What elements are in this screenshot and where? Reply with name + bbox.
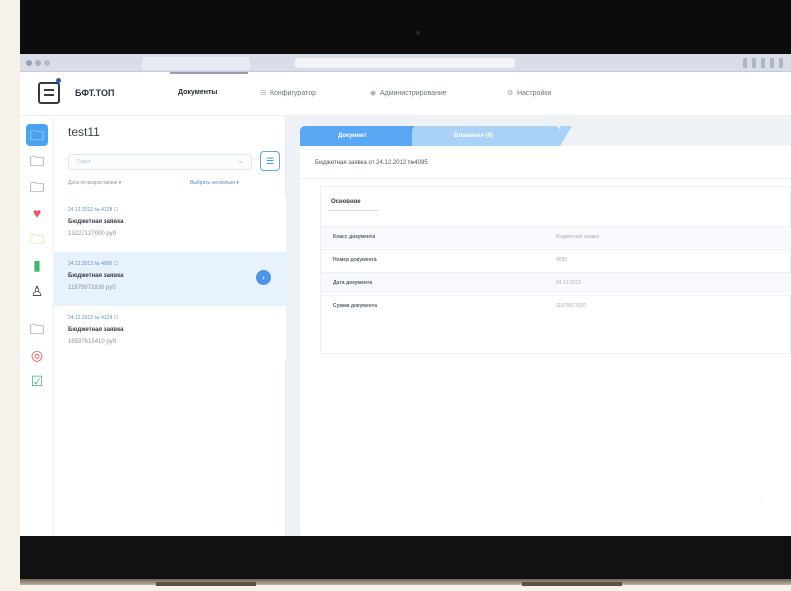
property-label: Номер документа [333,257,377,263]
laptop-foot [522,582,622,586]
nav-administration[interactable]: ◉ Администрирование [370,89,447,97]
brand-title: БФТ.ТОП [75,88,115,98]
heading-divider [300,178,791,179]
laptop-device: БФТ.ТОП Документы ☰ Конфигуратор ◉ Админ… [0,0,791,591]
filter-button[interactable]: ☰ [260,151,280,171]
property-label: Класс документа [333,234,376,240]
folder-yellow-icon[interactable]: 🗀 [26,228,48,250]
browser-chrome [20,54,791,72]
search-input[interactable]: Поиск ⌄ [68,154,252,170]
document-meta: 24.12.2012 № 4124 ☐ [68,315,119,321]
document-name: Бюджетная заявка [68,327,124,333]
tab-attachments[interactable]: Вложения (0) [412,126,572,146]
property-label: Сумма документа [333,303,378,309]
nav-settings[interactable]: ⚙ Настройки [507,89,551,97]
active-nav-indicator [170,72,248,74]
properties-section: Основное Класс документа Бюджетная заявк… [320,186,791,354]
camera [416,31,420,35]
users-icon[interactable]: ♙ [26,280,48,302]
search-placeholder: Поиск [77,159,91,165]
left-sidebar: 🗀 🗀 🗀 ♥ 🗀 ▮ ♙ 🗀 ◎ ☑ [20,116,54,536]
folder-outline-icon[interactable]: 🗀 [26,150,48,172]
logo-badge-icon [56,78,61,83]
battery-icon[interactable]: ▮ [26,254,48,276]
list-title: test11 [68,125,100,139]
property-row: Класс документа Бюджетная заявка [321,226,791,248]
document-amount: 16597615410 руб [68,339,117,345]
property-value: 11879971830 [556,303,587,309]
browser-tab[interactable] [142,57,250,70]
property-value: 4095 [556,257,568,263]
tab-document[interactable]: Документ [300,126,418,146]
top-navigation: БФТ.ТОП Документы ☰ Конфигуратор ◉ Админ… [20,72,791,116]
window-dot-icon[interactable] [26,60,32,66]
nav-configurator-label: Конфигуратор [269,90,316,97]
application-window: БФТ.ТОП Документы ☰ Конфигуратор ◉ Админ… [20,72,791,536]
property-row: Номер документа 4095 [321,249,791,271]
document-meta: 24.12.2012 № 4128 ☐ [68,207,119,213]
folder-icon[interactable]: 🗀 [26,124,48,146]
laptop-foot [156,582,256,586]
nav-administration-label: Администрирование [379,90,447,97]
address-bar[interactable] [295,58,515,68]
chevron-down-icon[interactable]: ⌄ [237,156,244,165]
tag-icon[interactable]: ♥ [26,202,48,224]
document-amount: 13227127000 руб [68,231,117,237]
admin-icon: ◉ [370,90,377,97]
document-detail-area: Документ Вложения (0) Бюджетная заявка о… [286,116,791,536]
document-list-panel: test11 Поиск ⌄ ☰ Дата по возрастанию ▾ В… [54,116,286,536]
target-icon[interactable]: ◎ [26,344,48,366]
document-meta: 24.12.2013 № 4095 ☐ [68,261,119,267]
section-underline [329,210,379,211]
property-row: Дата документа 24.12.2013 [321,272,791,294]
settings-icon: ⚙ [507,90,514,97]
menu-lines-icon: ☰ [260,90,267,97]
sort-dropdown[interactable]: Дата по возрастанию ▾ [68,180,121,186]
logo-icon [38,82,60,104]
screen-bezel-top [20,0,791,54]
list-item[interactable]: 24.12.2012 № 4128 ☐ Бюджетная заявка 132… [54,198,286,252]
scroll-corner-icon: ◦ [760,497,763,506]
folder-outline-icon[interactable]: 🗀 [26,318,48,340]
list-item-selected[interactable]: 24.12.2013 № 4095 ☐ Бюджетная заявка 118… [54,252,286,306]
nav-documents[interactable]: Документы [178,89,217,96]
document-amount: 11879971830 руб [68,285,116,291]
property-row: Сумма документа 11879971830 [321,295,791,317]
select-dropdown[interactable]: Выбрать несколько ▾ [190,180,239,186]
browser-toolbar-icons[interactable] [743,58,783,68]
window-dot-icon[interactable] [44,60,50,66]
chevron-right-icon: › [262,273,265,282]
window-dot-icon[interactable] [35,60,41,66]
property-label: Дата документа [333,280,373,286]
folder-outline-icon[interactable]: 🗀 [26,176,48,198]
document-name: Бюджетная заявка [68,273,124,279]
open-document-button[interactable]: › [256,270,271,285]
section-title: Основное [331,199,361,205]
laptop-chin [20,579,791,585]
screen-bezel-bottom [20,536,791,581]
property-value: Бюджетная заявка [556,234,600,240]
check-square-icon[interactable]: ☑ [26,370,48,392]
document-name: Бюджетная заявка [68,219,124,225]
filter-icon: ☰ [265,156,275,166]
property-value: 24.12.2013 [556,280,582,286]
list-item[interactable]: 24.12.2012 № 4124 ☐ Бюджетная заявка 165… [54,306,286,360]
nav-configurator[interactable]: ☰ Конфигуратор [260,89,316,97]
document-heading: Бюджетная заявка от 24.12.2012 №4095 [315,160,428,166]
nav-settings-label: Настройки [516,90,552,97]
